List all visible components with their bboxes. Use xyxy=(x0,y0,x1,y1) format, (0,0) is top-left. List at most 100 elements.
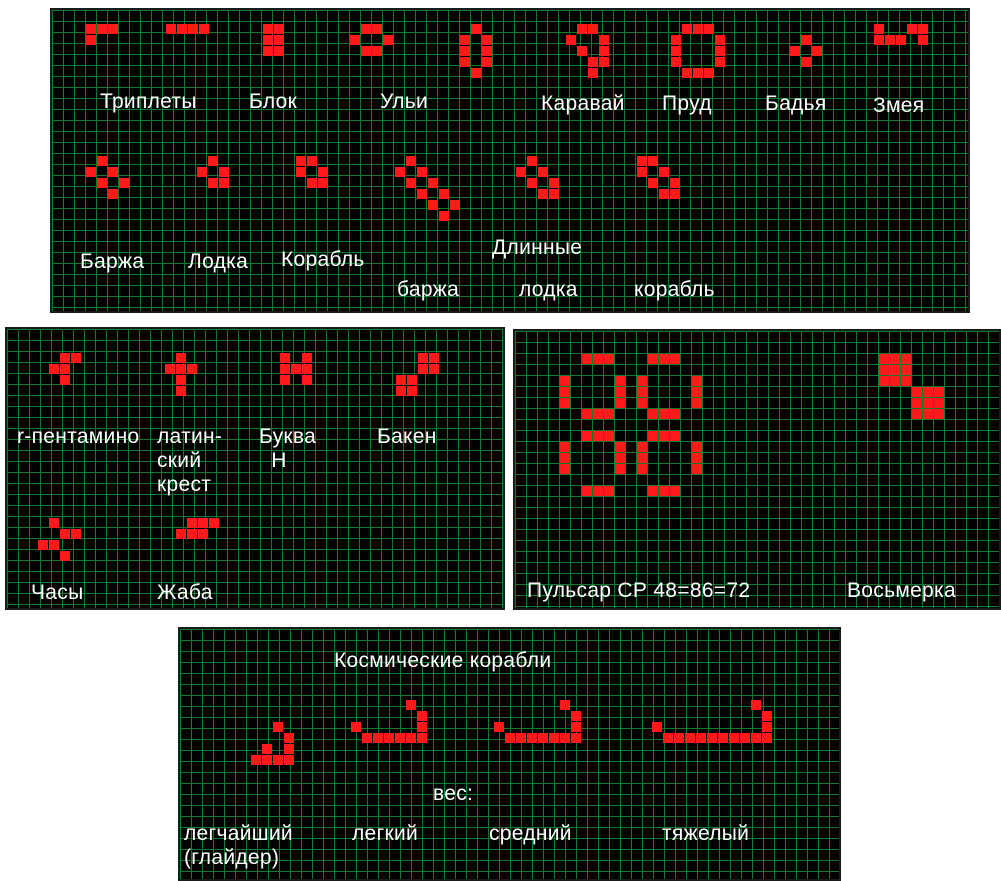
label-beehives: Ульи xyxy=(380,90,429,113)
label-pond: Пруд xyxy=(662,92,712,115)
latin-cross-cell xyxy=(176,364,186,374)
pulsar-cell xyxy=(604,431,614,441)
triplets-line-cell xyxy=(199,24,209,34)
pulsar-cell xyxy=(637,398,647,408)
beehive-vertical-cell xyxy=(482,57,492,67)
block-cell xyxy=(263,35,273,45)
latin-cross-cell xyxy=(176,375,186,385)
r-pentomino-cell xyxy=(60,353,70,363)
weight-label: вес: xyxy=(433,782,474,805)
pulsar-cell xyxy=(604,354,614,364)
letter-h-cell xyxy=(302,364,312,374)
loaf-cell xyxy=(588,68,598,78)
beehive-cell xyxy=(372,46,382,56)
label-letter-h: Буква Н xyxy=(259,425,317,472)
block-cell xyxy=(263,24,273,34)
snake-cell xyxy=(874,35,884,45)
pond-cell xyxy=(693,68,703,78)
long-boat-cell xyxy=(538,167,548,177)
beacon-cell xyxy=(407,386,417,396)
label-ship: Корабль xyxy=(281,248,365,271)
label-barge: Баржа xyxy=(80,250,145,273)
loaf-cell xyxy=(599,35,609,45)
oscillators-panel: r-пентамино латин- ский крест Буква Н Ба… xyxy=(5,327,505,610)
glider-cell xyxy=(262,755,272,765)
label-pulsar: Пульсар СР 48=86=72 xyxy=(527,579,751,602)
loaf-cell xyxy=(588,57,598,67)
medium-spaceship-cell xyxy=(560,700,570,710)
pulsar-cell xyxy=(560,442,570,452)
figure-eight-cell xyxy=(901,376,911,386)
figure-eight-cell xyxy=(879,365,889,375)
long-ship-cell xyxy=(637,167,647,177)
long-barge-cell xyxy=(417,167,427,177)
beacon-cell xyxy=(429,353,439,363)
label-triplets: Триплеты xyxy=(100,90,197,113)
beehive-cell xyxy=(361,46,371,56)
beehive-cell xyxy=(372,24,382,34)
heavy-spaceship-cell xyxy=(707,733,717,743)
pulsar-cell xyxy=(560,387,570,397)
barge-cell xyxy=(97,178,107,188)
glider-cell xyxy=(284,733,294,743)
r-pentomino-cell xyxy=(60,364,70,374)
triplets-line-cell xyxy=(166,24,176,34)
toad-cell xyxy=(187,529,197,539)
toad-cell xyxy=(187,518,197,528)
snake-cell xyxy=(918,24,928,34)
long-barge-cell xyxy=(395,167,405,177)
toad-cell xyxy=(198,518,208,528)
long-ship-cell xyxy=(659,167,669,177)
long-barge-cell xyxy=(417,189,427,199)
barge-cell xyxy=(97,156,107,166)
loaf-cell xyxy=(599,57,609,67)
long-barge-cell xyxy=(406,178,416,188)
barge-cell xyxy=(108,189,118,199)
long-boat-cell xyxy=(527,178,537,188)
pulsar-cell xyxy=(637,453,647,463)
pulsar-cell xyxy=(593,354,603,364)
figure-eight-cell xyxy=(923,398,933,408)
boat-cell xyxy=(208,156,218,166)
medium-spaceship-cell xyxy=(538,733,548,743)
clock-cell xyxy=(49,540,59,550)
pulsar-cell xyxy=(604,486,614,496)
pulsar-cell xyxy=(692,376,702,386)
long-boat-cell xyxy=(538,189,548,199)
barge-cell xyxy=(86,167,96,177)
pond-cell xyxy=(682,68,692,78)
pulsar-cell xyxy=(659,486,669,496)
ship-cell xyxy=(296,156,306,166)
long-barge-cell xyxy=(428,200,438,210)
figure-eight-cell xyxy=(912,409,922,419)
long-ship-cell xyxy=(648,178,658,188)
long-barge-cell xyxy=(439,211,449,221)
label-long-barge: баржа xyxy=(397,278,460,301)
long-ship-cell xyxy=(659,189,669,199)
long-ship-cell xyxy=(670,189,680,199)
beehive-vertical-cell xyxy=(460,57,470,67)
label-lightest: легчайший (глайдер) xyxy=(184,822,293,869)
glider-cell xyxy=(284,755,294,765)
snake-cell xyxy=(874,24,884,34)
pulsar-cell xyxy=(670,409,680,419)
medium-spaceship-cell xyxy=(571,733,581,743)
clock-cell xyxy=(49,518,59,528)
loaf-cell xyxy=(588,24,598,34)
beehive-vertical-cell xyxy=(482,35,492,45)
figure-eight-cell xyxy=(934,387,944,397)
pulsar-cell xyxy=(615,464,625,474)
pulsar-cell xyxy=(648,431,658,441)
medium-spaceship-cell xyxy=(505,733,515,743)
boat-cell xyxy=(219,178,229,188)
figure-eight-cell xyxy=(879,376,889,386)
light-spaceship-cell xyxy=(373,733,383,743)
pulsar-cell xyxy=(593,486,603,496)
pulsar-cell xyxy=(560,453,570,463)
tub-cell xyxy=(801,35,811,45)
figure-eight-cell xyxy=(923,387,933,397)
letter-h-cell xyxy=(280,364,290,374)
triplets-cell xyxy=(108,24,118,34)
label-long-ship: корабль xyxy=(634,278,715,301)
loaf-cell xyxy=(566,35,576,45)
